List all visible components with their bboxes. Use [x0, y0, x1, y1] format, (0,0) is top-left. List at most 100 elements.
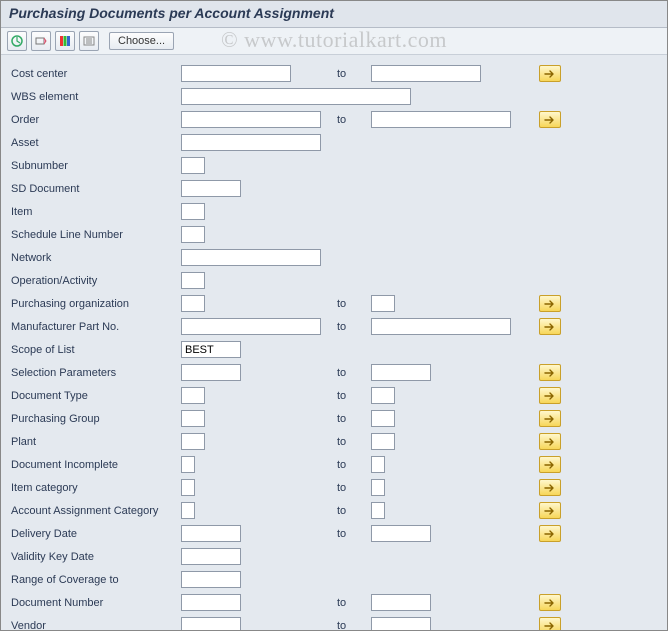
to-label: to [331, 436, 371, 448]
field-label: Item [11, 206, 181, 218]
field-row-scope_list: Scope of List [11, 339, 657, 360]
cost_center-low-input[interactable] [181, 65, 291, 82]
field-label: Item category [11, 482, 181, 494]
to-label: to [331, 298, 371, 310]
multiple-selection-button[interactable] [539, 318, 561, 335]
item_cat-high-input[interactable] [371, 479, 385, 496]
vendor-low-input[interactable] [181, 617, 241, 631]
item_cat-low-input[interactable] [181, 479, 195, 496]
field-label: SD Document [11, 183, 181, 195]
plant-high-input[interactable] [371, 433, 395, 450]
multiple-selection-button[interactable] [539, 111, 561, 128]
vendor-high-input[interactable] [371, 617, 431, 631]
field-label: Account Assignment Category [11, 505, 181, 517]
cost_center-high-input[interactable] [371, 65, 481, 82]
field-label: Purchasing organization [11, 298, 181, 310]
doc_incomplete-low-input[interactable] [181, 456, 195, 473]
field-label: Document Incomplete [11, 459, 181, 471]
purch_group-low-input[interactable] [181, 410, 205, 427]
delivery_date-high-input[interactable] [371, 525, 431, 542]
to-label: to [331, 528, 371, 540]
multiple-selection-button[interactable] [539, 364, 561, 381]
asset-low-input[interactable] [181, 134, 321, 151]
doc_type-low-input[interactable] [181, 387, 205, 404]
delivery_date-low-input[interactable] [181, 525, 241, 542]
get-variant-button[interactable] [31, 31, 51, 51]
field-row-sel_params: Selection Parametersto [11, 362, 657, 383]
multiple-selection-button[interactable] [539, 387, 561, 404]
choose-button[interactable]: Choose... [109, 32, 174, 50]
field-row-cost_center: Cost centerto [11, 63, 657, 84]
to-label: to [331, 597, 371, 609]
field-label: WBS element [11, 91, 181, 103]
field-row-doc_type: Document Typeto [11, 385, 657, 406]
field-row-acct_assign_cat: Account Assignment Category to [11, 500, 657, 521]
validity_key-low-input[interactable] [181, 548, 241, 565]
field-row-sched_line: Schedule Line Number [11, 224, 657, 245]
doc_type-high-input[interactable] [371, 387, 395, 404]
network-low-input[interactable] [181, 249, 321, 266]
multiple-selection-button[interactable] [539, 525, 561, 542]
page-title: Purchasing Documents per Account Assignm… [1, 1, 667, 28]
all-selections-button[interactable] [79, 31, 99, 51]
field-row-wbs_element: WBS element [11, 86, 657, 107]
field-label: Operation/Activity [11, 275, 181, 287]
item-low-input[interactable] [181, 203, 205, 220]
multiple-selection-button[interactable] [539, 594, 561, 611]
to-label: to [331, 114, 371, 126]
dynamic-selections-button[interactable] [55, 31, 75, 51]
doc_number-high-input[interactable] [371, 594, 431, 611]
to-label: to [331, 505, 371, 517]
operation-low-input[interactable] [181, 272, 205, 289]
scope_list-low-input[interactable] [181, 341, 241, 358]
field-label: Selection Parameters [11, 367, 181, 379]
sd_document-low-input[interactable] [181, 180, 241, 197]
sched_line-low-input[interactable] [181, 226, 205, 243]
order-low-input[interactable] [181, 111, 321, 128]
multiple-selection-button[interactable] [539, 65, 561, 82]
plant-low-input[interactable] [181, 433, 205, 450]
acct_assign_cat-low-input[interactable] [181, 502, 195, 519]
purch_group-high-input[interactable] [371, 410, 395, 427]
execute-button[interactable] [7, 31, 27, 51]
to-label: to [331, 459, 371, 471]
to-label: to [331, 413, 371, 425]
multiple-selection-button[interactable] [539, 433, 561, 450]
multiple-selection-button[interactable] [539, 617, 561, 631]
order-high-input[interactable] [371, 111, 511, 128]
field-label: Subnumber [11, 160, 181, 172]
to-label: to [331, 68, 371, 80]
to-label: to [331, 482, 371, 494]
field-label: Delivery Date [11, 528, 181, 540]
multiple-selection-button[interactable] [539, 502, 561, 519]
subnumber-low-input[interactable] [181, 157, 205, 174]
manuf_part-high-input[interactable] [371, 318, 511, 335]
wbs_element-low-input[interactable] [181, 88, 411, 105]
multiple-selection-button[interactable] [539, 479, 561, 496]
field-label: Validity Key Date [11, 551, 181, 563]
sel_params-low-input[interactable] [181, 364, 241, 381]
purch_org-low-input[interactable] [181, 295, 205, 312]
field-row-subnumber: Subnumber [11, 155, 657, 176]
field-row-network: Network [11, 247, 657, 268]
multiple-selection-button[interactable] [539, 456, 561, 473]
acct_assign_cat-high-input[interactable] [371, 502, 385, 519]
doc_incomplete-high-input[interactable] [371, 456, 385, 473]
to-label: to [331, 620, 371, 632]
range_coverage-low-input[interactable] [181, 571, 241, 588]
to-label: to [331, 390, 371, 402]
field-label: Schedule Line Number [11, 229, 181, 241]
field-label: Manufacturer Part No. [11, 321, 181, 333]
field-row-asset: Asset [11, 132, 657, 153]
manuf_part-low-input[interactable] [181, 318, 321, 335]
doc_number-low-input[interactable] [181, 594, 241, 611]
multiple-selection-button[interactable] [539, 410, 561, 427]
multiple-selection-button[interactable] [539, 295, 561, 312]
field-row-manuf_part: Manufacturer Part No.to [11, 316, 657, 337]
sel_params-high-input[interactable] [371, 364, 431, 381]
selection-screen: Purchasing Documents per Account Assignm… [0, 0, 668, 631]
field-row-validity_key: Validity Key Date [11, 546, 657, 567]
field-label: Network [11, 252, 181, 264]
purch_org-high-input[interactable] [371, 295, 395, 312]
field-label: Plant [11, 436, 181, 448]
